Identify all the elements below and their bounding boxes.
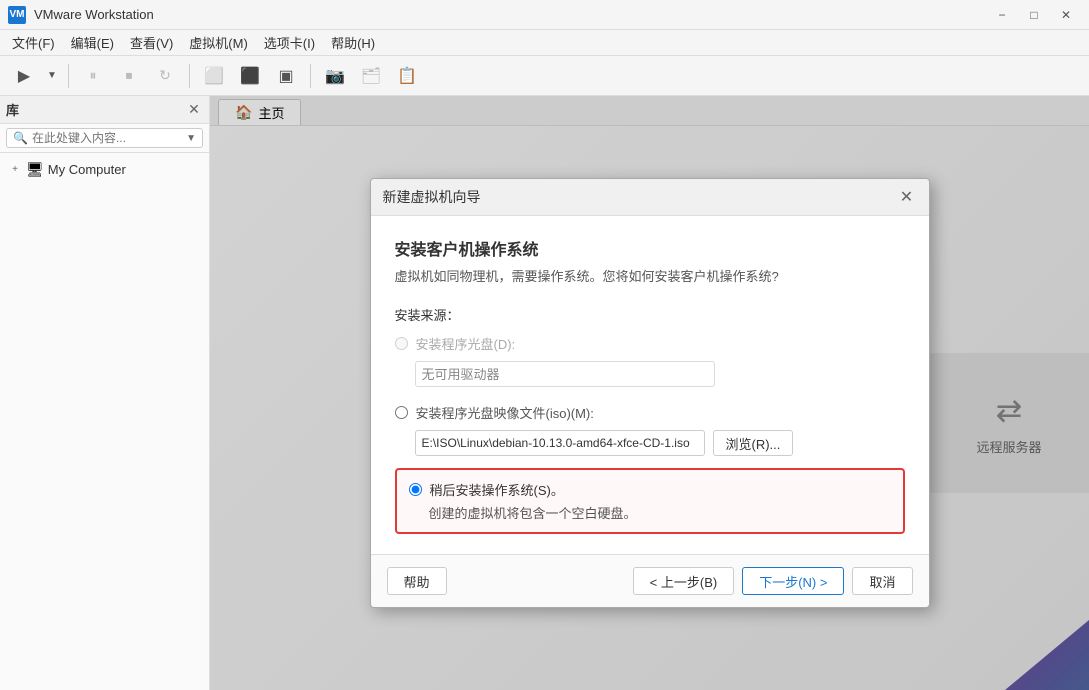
iso-path-input[interactable] (415, 430, 705, 456)
back-button[interactable]: < 上一步(B) (633, 567, 735, 595)
dialog-footer: 帮助 < 上一步(B) 下一步(N) > 取消 (371, 554, 929, 607)
new-vm-wizard-dialog: 新建虚拟机向导 ✕ 安装客户机操作系统 虚拟机如同物理机，需要操作系统。您将如何… (370, 178, 930, 608)
radio-later[interactable] (409, 483, 422, 496)
dialog-title-bar: 新建虚拟机向导 ✕ (371, 179, 929, 216)
menu-view[interactable]: 查看(V) (122, 31, 181, 54)
app-icon: VM (8, 6, 26, 24)
menu-help[interactable]: 帮助(H) (323, 31, 383, 54)
search-dropdown-button[interactable]: ▼ (186, 133, 196, 144)
close-button[interactable]: ✕ (1051, 5, 1081, 25)
view-split-button[interactable]: ▣ (270, 60, 302, 92)
view-full-button[interactable]: ⬛ (234, 60, 266, 92)
snapshot-button[interactable]: 📷 (319, 60, 351, 92)
search-input-wrap: 🔍 ▼ (6, 128, 203, 148)
title-bar: VM VMware Workstation − □ ✕ (0, 0, 1089, 30)
option-later-sub: 创建的虚拟机将包含一个空白硬盘。 (429, 503, 891, 522)
menu-edit[interactable]: 编辑(E) (63, 31, 122, 54)
iso-path-row: 浏览(R)... (415, 430, 905, 456)
stop-button[interactable]: ⏹ (113, 60, 145, 92)
browse-button[interactable]: 浏览(R)... (713, 430, 794, 456)
section-label: 安装来源： (395, 305, 905, 324)
toolbar-separator-3 (310, 64, 311, 88)
content-area: 🏠 主页 7 ⇄ 远程服务器 vmware® CSDN @莉法 (210, 96, 1089, 690)
footer-right: < 上一步(B) 下一步(N) > 取消 (633, 567, 913, 595)
main-container: 库 ✕ 🔍 ▼ + 🖥 My Computer 🏠 主页 (0, 96, 1089, 690)
dialog-body: 安装客户机操作系统 虚拟机如同物理机，需要操作系统。您将如何安装客户机操作系统?… (371, 216, 929, 554)
play-dropdown-button[interactable]: ▼ (44, 60, 60, 92)
app-title: VMware Workstation (34, 7, 979, 22)
sidebar-header: 库 ✕ (0, 96, 209, 124)
menu-file[interactable]: 文件(F) (4, 31, 63, 54)
menu-bar: 文件(F) 编辑(E) 查看(V) 虚拟机(M) 选项卡(I) 帮助(H) (0, 30, 1089, 56)
toolbar-separator-2 (189, 64, 190, 88)
cancel-button[interactable]: 取消 (852, 567, 912, 595)
search-input[interactable] (32, 131, 182, 145)
toolbar-separator-1 (68, 64, 69, 88)
help-button[interactable]: 帮助 (387, 567, 447, 595)
menu-tab[interactable]: 选项卡(I) (256, 31, 323, 54)
sidebar-close-button[interactable]: ✕ (185, 101, 203, 119)
tree-item-my-computer[interactable]: + 🖥 My Computer (0, 157, 209, 182)
window-controls: − □ ✕ (987, 5, 1081, 25)
next-button[interactable]: 下一步(N) > (742, 567, 844, 595)
option-iso: 安装程序光盘映像文件(iso)(M): (395, 403, 905, 422)
option-cd-dvd: 安装程序光盘(D): (395, 334, 905, 353)
dialog-title: 新建虚拟机向导 (383, 187, 481, 207)
dialog-overlay: 新建虚拟机向导 ✕ 安装客户机操作系统 虚拟机如同物理机，需要操作系统。您将如何… (210, 96, 1089, 690)
minimize-button[interactable]: − (987, 5, 1017, 25)
selected-option-box: 稍后安装操作系统(S)。 创建的虚拟机将包含一个空白硬盘。 (395, 468, 905, 534)
radio-iso-label: 安装程序光盘映像文件(iso)(M): (416, 403, 594, 422)
send-files-button[interactable]: 📋 (391, 60, 423, 92)
dialog-subtext: 虚拟机如同物理机，需要操作系统。您将如何安装客户机操作系统? (395, 266, 905, 285)
snapshot-manager-button[interactable]: 🗂 (355, 60, 387, 92)
search-icon: 🔍 (13, 131, 28, 145)
sidebar-tree: + 🖥 My Computer (0, 153, 209, 186)
drive-select[interactable]: 无可用驱动器 (415, 361, 715, 387)
option-later-row: 稍后安装操作系统(S)。 (409, 480, 891, 499)
sidebar: 库 ✕ 🔍 ▼ + 🖥 My Computer (0, 96, 210, 690)
tree-label-my-computer: My Computer (48, 162, 126, 177)
suspend-button[interactable]: ⏸ (77, 60, 109, 92)
drive-select-row: 无可用驱动器 (415, 361, 905, 387)
radio-cd-dvd[interactable] (395, 337, 408, 350)
sidebar-search-area: 🔍 ▼ (0, 124, 209, 153)
tree-expand-icon: + (8, 163, 22, 177)
play-button[interactable]: ▶ (8, 60, 40, 92)
menu-vm[interactable]: 虚拟机(M) (181, 31, 256, 54)
radio-iso[interactable] (395, 406, 408, 419)
sidebar-title: 库 (6, 100, 19, 119)
restart-button[interactable]: ↻ (149, 60, 181, 92)
dialog-heading: 安装客户机操作系统 (395, 236, 905, 260)
view-normal-button[interactable]: ⬜ (198, 60, 230, 92)
dialog-close-button[interactable]: ✕ (897, 187, 917, 207)
maximize-button[interactable]: □ (1019, 5, 1049, 25)
radio-cd-dvd-label: 安装程序光盘(D): (416, 334, 516, 353)
computer-icon: 🖥 (26, 161, 44, 178)
radio-later-label: 稍后安装操作系统(S)。 (430, 480, 564, 499)
toolbar: ▶ ▼ ⏸ ⏹ ↻ ⬜ ⬛ ▣ 📷 🗂 📋 (0, 56, 1089, 96)
footer-left: 帮助 (387, 567, 447, 595)
